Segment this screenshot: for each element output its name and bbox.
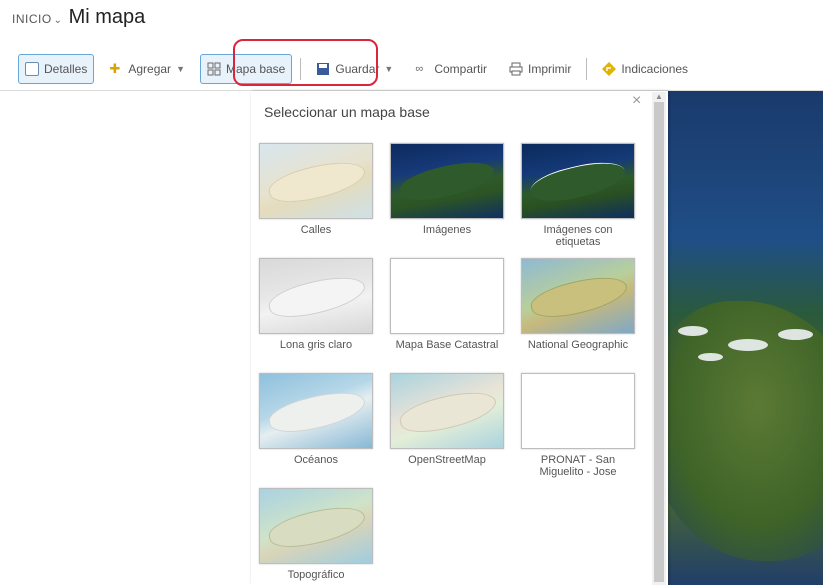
save-button[interactable]: Guardar ▼ xyxy=(309,54,400,84)
basemap-thumbnail[interactable] xyxy=(259,373,373,449)
basemap-thumbnail[interactable] xyxy=(259,258,373,334)
basemap-label: Topográfico xyxy=(287,569,345,581)
breadcrumb-home[interactable]: INICIO ⌄ xyxy=(12,12,69,26)
print-label: Imprimir xyxy=(528,62,572,76)
add-layer-icon: ✚ xyxy=(109,61,121,76)
close-icon[interactable]: × xyxy=(632,92,641,110)
basemap-thumbnail[interactable] xyxy=(259,488,373,564)
basemap-label: Lona gris claro xyxy=(279,339,353,351)
basemap-tile-imagenes[interactable]: Imágenes xyxy=(389,143,505,236)
map-cloud xyxy=(678,326,708,336)
share-label: Compartir xyxy=(434,62,487,76)
basemap-tile-catastral[interactable]: Mapa Base Catastral xyxy=(389,258,505,351)
basemap-button[interactable]: Mapa base xyxy=(199,54,293,84)
directions-label: Indicaciones xyxy=(621,62,689,76)
chevron-down-icon: ▼ xyxy=(384,64,394,74)
basemap-grid-icon xyxy=(207,62,221,76)
map-cloud xyxy=(778,329,813,340)
add-label: Agregar xyxy=(128,62,172,76)
toolbar-separator xyxy=(586,58,588,80)
panel-scrollbar[interactable]: ▲ xyxy=(652,92,666,585)
basemap-label: Calles xyxy=(300,224,332,236)
basemap-thumbnail[interactable] xyxy=(390,373,504,449)
basemap-thumbnail[interactable] xyxy=(390,258,504,334)
toolbar-separator xyxy=(300,58,302,80)
basemap-label: Mapa base xyxy=(225,62,286,76)
toolbar: Detalles ✚ Agregar ▼ Mapa base Guardar ▼… xyxy=(18,52,823,86)
basemap-label: Imágenes con etiquetas xyxy=(543,224,613,248)
map-cloud xyxy=(698,353,723,361)
printer-icon xyxy=(509,62,523,76)
basemap-thumbnail[interactable] xyxy=(390,143,504,219)
basemap-thumbnail[interactable] xyxy=(521,143,635,219)
details-button[interactable]: Detalles xyxy=(18,54,95,84)
add-button[interactable]: ✚ Agregar ▼ xyxy=(102,54,192,84)
basemap-tile-lona-gris[interactable]: Lona gris claro xyxy=(258,258,374,351)
basemap-tile-calles[interactable]: Calles xyxy=(258,143,374,236)
basemap-tile-oceanos[interactable]: Océanos xyxy=(258,373,374,466)
details-icon xyxy=(25,62,39,76)
basemap-thumbnail[interactable] xyxy=(521,373,635,449)
chevron-down-icon[interactable]: ⌄ xyxy=(54,15,63,26)
basemap-tile-pronat[interactable]: PRONAT - San Miguelito - Jose xyxy=(520,373,636,478)
basemap-tile-natgeo[interactable]: National Geographic xyxy=(520,258,636,351)
scroll-up-icon[interactable]: ▲ xyxy=(655,92,663,101)
share-link-icon: ∞ xyxy=(415,63,424,75)
breadcrumb-label[interactable]: INICIO xyxy=(12,12,52,26)
basemap-label: OpenStreetMap xyxy=(408,454,486,466)
share-button[interactable]: ∞ Compartir xyxy=(408,54,494,84)
chevron-down-icon: ▼ xyxy=(176,64,185,74)
page-title: Mi mapa xyxy=(68,6,146,28)
basemap-label: Mapa Base Catastral xyxy=(395,339,499,351)
panel-title: Seleccionar un mapa base xyxy=(264,104,430,120)
details-label: Detalles xyxy=(44,62,88,76)
basemap-label: Océanos xyxy=(293,454,339,466)
basemap-gallery-panel: Seleccionar un mapa base × ▲ Calles Imág… xyxy=(251,91,668,585)
basemap-tile-topografico[interactable]: Topográfico xyxy=(258,488,374,581)
basemap-tile-imagenes-etiquetas[interactable]: Imágenes con etiquetas xyxy=(520,143,636,248)
basemap-label: PRONAT - San Miguelito - Jose xyxy=(539,454,617,478)
page-header: INICIO ⌄ Mi mapa xyxy=(12,6,145,32)
directions-button[interactable]: Indicaciones xyxy=(595,54,695,84)
basemap-label: National Geographic xyxy=(527,339,629,351)
basemap-tile-osm[interactable]: OpenStreetMap xyxy=(389,373,505,466)
scrollbar-thumb[interactable] xyxy=(654,102,664,582)
directions-icon xyxy=(602,62,617,76)
basemap-thumbnail[interactable] xyxy=(521,258,635,334)
save-label: Guardar xyxy=(335,62,380,76)
map-cloud xyxy=(728,339,768,351)
print-button[interactable]: Imprimir xyxy=(502,54,578,84)
basemap-thumbnail[interactable] xyxy=(259,143,373,219)
basemap-label: Imágenes xyxy=(422,224,472,236)
map-view[interactable] xyxy=(668,91,823,585)
save-icon xyxy=(316,62,330,76)
